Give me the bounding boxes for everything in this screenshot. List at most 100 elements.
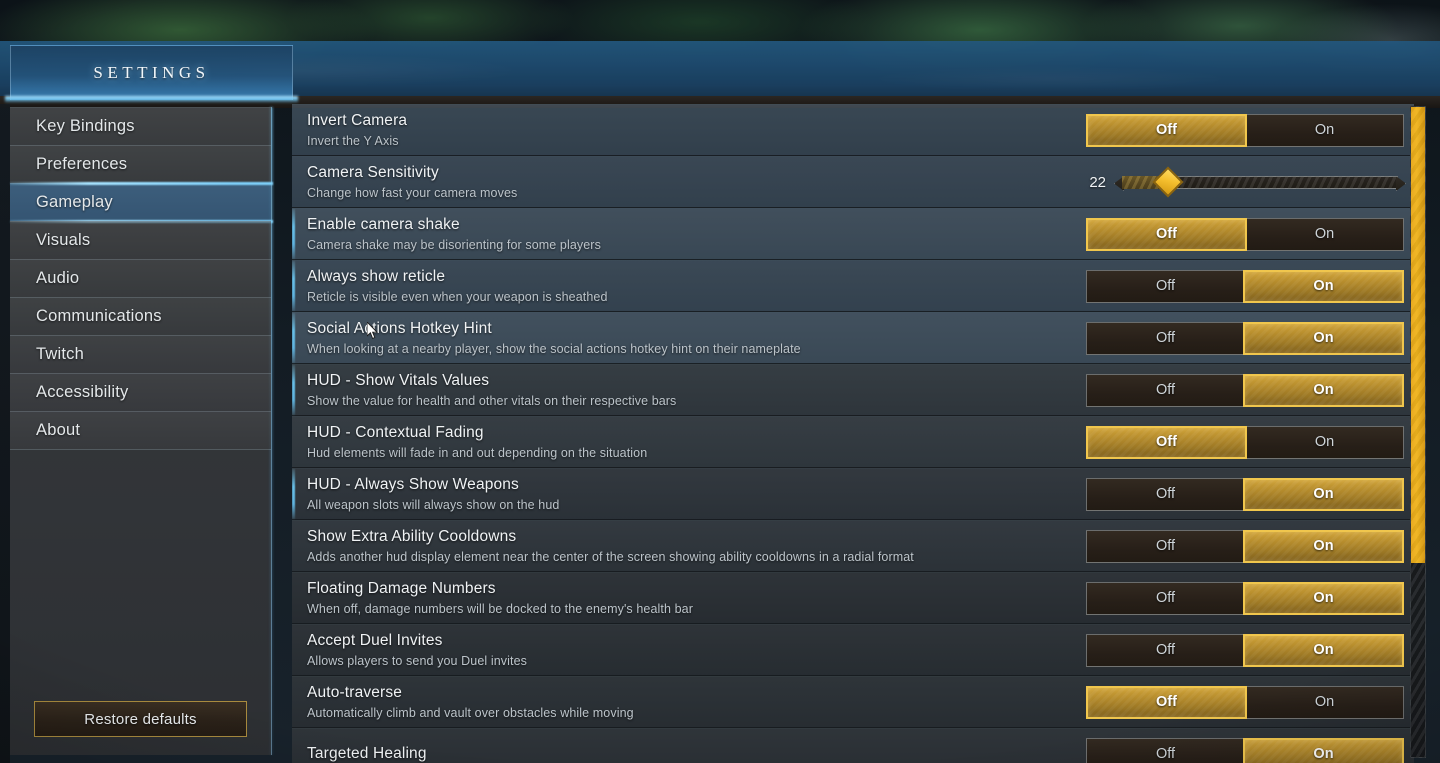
setting-control: Off On [1084, 737, 1414, 763]
setting-labels: Always show reticle Reticle is visible ev… [292, 267, 1084, 305]
toggle-option-on[interactable]: On [1246, 427, 1403, 458]
onoff-toggle: Off On [1086, 321, 1404, 355]
setting-labels: Enable camera shake Camera shake may be d… [292, 215, 1084, 253]
sidebar-item-gameplay[interactable]: Gameplay [10, 183, 271, 221]
setting-labels: HUD - Always Show Weapons All weapon slot… [292, 475, 1084, 513]
setting-description: When off, damage numbers will be docked … [307, 601, 693, 616]
toggle-option-off[interactable]: Off [1087, 375, 1244, 406]
sidebar-item-twitch[interactable]: Twitch [10, 335, 271, 373]
setting-row: HUD - Show Vitals Values Show the value f… [292, 364, 1414, 416]
scrollbar-thumb[interactable] [1411, 107, 1425, 563]
setting-description: Camera shake may be disorienting for som… [307, 237, 601, 252]
toggle-option-on[interactable]: On [1246, 687, 1403, 718]
setting-row: Enable camera shake Camera shake may be d… [292, 208, 1414, 260]
setting-labels: Social Actions Hotkey Hint When looking a… [292, 319, 1084, 357]
settings-screen: SETTINGS Key Bindings Preferences Gameplay… [0, 0, 1440, 763]
setting-title: HUD - Contextual Fading [307, 424, 484, 442]
onoff-toggle: Off On [1086, 425, 1404, 459]
setting-row: HUD - Always Show Weapons All weapon slot… [292, 468, 1414, 520]
onoff-toggle: Off On [1086, 685, 1404, 719]
toggle-option-off[interactable]: Off [1086, 685, 1247, 719]
setting-labels: Invert Camera Invert the Y Axis [292, 111, 1084, 149]
setting-control: Off On [1084, 685, 1414, 719]
setting-control: Off On [1084, 633, 1414, 667]
toggle-option-off[interactable]: Off [1087, 323, 1244, 354]
settings-scrollbar[interactable] [1410, 106, 1426, 758]
setting-description: Automatically climb and vault over obsta… [307, 705, 634, 720]
sidebar-item-accessibility[interactable]: Accessibility [10, 373, 271, 411]
setting-control: Off On [1084, 113, 1414, 147]
sidebar-item-preferences[interactable]: Preferences [10, 145, 271, 183]
page-title: SETTINGS [93, 63, 210, 82]
setting-title: Floating Damage Numbers [307, 580, 496, 598]
toggle-option-on[interactable]: On [1243, 633, 1404, 667]
setting-title: Accept Duel Invites [307, 632, 443, 650]
onoff-toggle: Off On [1086, 737, 1404, 763]
toggle-option-off[interactable]: Off [1087, 583, 1244, 614]
setting-labels: HUD - Contextual Fading Hud elements will… [292, 423, 1084, 461]
setting-control: Off On [1084, 425, 1414, 459]
setting-description: Change how fast your camera moves [307, 185, 518, 200]
setting-description: When looking at a nearby player, show th… [307, 341, 801, 356]
setting-description: All weapon slots will always show on the… [307, 497, 560, 512]
slider-value: 22 [1089, 173, 1106, 191]
sidebar-item-key-bindings[interactable]: Key Bindings [10, 107, 271, 145]
setting-description: Show the value for health and other vita… [307, 393, 677, 408]
toggle-option-on[interactable]: On [1243, 373, 1404, 407]
left-rail [0, 104, 10, 763]
toggle-option-off[interactable]: Off [1086, 425, 1247, 459]
setting-control: Off On [1084, 269, 1414, 303]
sidebar-item-label: Audio [36, 269, 80, 287]
toggle-option-on[interactable]: On [1243, 737, 1404, 763]
toggle-option-on[interactable]: On [1243, 529, 1404, 563]
toggle-option-off[interactable]: Off [1087, 531, 1244, 562]
setting-title: HUD - Always Show Weapons [307, 476, 519, 494]
toggle-option-on[interactable]: On [1243, 581, 1404, 615]
sidebar-item-label: About [36, 421, 81, 439]
setting-description: Hud elements will fade in and out depend… [307, 445, 648, 460]
toggle-option-off[interactable]: Off [1087, 479, 1244, 510]
sidebar-item-label: Communications [36, 307, 162, 325]
onoff-toggle: Off On [1086, 581, 1404, 615]
toggle-option-on[interactable]: On [1243, 321, 1404, 355]
toggle-option-off[interactable]: Off [1087, 635, 1244, 666]
setting-title: Social Actions Hotkey Hint [307, 320, 492, 338]
setting-row: Social Actions Hotkey Hint When looking a… [292, 312, 1414, 364]
sensitivity-slider[interactable] [1116, 166, 1404, 198]
sidebar-item-communications[interactable]: Communications [10, 297, 271, 335]
toggle-option-off[interactable]: Off [1087, 739, 1244, 763]
sidebar-item-visuals[interactable]: Visuals [10, 221, 271, 259]
onoff-toggle: Off On [1086, 217, 1404, 251]
setting-description: Allows players to send you Duel invites [307, 653, 527, 668]
setting-row: HUD - Contextual Fading Hud elements will… [292, 416, 1414, 468]
setting-title: Targeted Healing [307, 745, 427, 763]
sidebar-item-audio[interactable]: Audio [10, 259, 271, 297]
setting-labels: Accept Duel Invites Allows players to sen… [292, 631, 1084, 669]
toggle-option-on[interactable]: On [1243, 477, 1404, 511]
setting-control: Off On [1084, 477, 1414, 511]
setting-row: Always show reticle Reticle is visible ev… [292, 260, 1414, 312]
sidebar-item-about[interactable]: About [10, 411, 271, 449]
onoff-toggle: Off On [1086, 477, 1404, 511]
setting-title: Show Extra Ability Cooldowns [307, 528, 517, 546]
toggle-option-off[interactable]: Off [1086, 217, 1247, 251]
setting-row: Camera Sensitivity Change how fast your c… [292, 156, 1414, 208]
restore-defaults-wrap: Restore defaults [10, 701, 271, 755]
restore-defaults-button[interactable]: Restore defaults [34, 701, 247, 737]
setting-control: Off On [1084, 321, 1414, 355]
setting-row: Accept Duel Invites Allows players to sen… [292, 624, 1414, 676]
toggle-option-on[interactable]: On [1243, 269, 1404, 303]
setting-title: Invert Camera [307, 112, 408, 130]
toggle-option-on[interactable]: On [1246, 115, 1403, 146]
setting-title: Auto-traverse [307, 684, 402, 702]
toggle-option-on[interactable]: On [1246, 219, 1403, 250]
setting-labels: Targeted Healing [292, 744, 1084, 763]
setting-labels: Floating Damage Numbers When off, damage … [292, 579, 1084, 617]
setting-row: Auto-traverse Automatically climb and vau… [292, 676, 1414, 728]
toggle-option-off[interactable]: Off [1086, 113, 1247, 147]
setting-row: Invert Camera Invert the Y Axis Off On [292, 104, 1414, 156]
sidebar: Key Bindings Preferences Gameplay Visuals Au… [10, 107, 272, 755]
setting-control: Off On [1084, 217, 1414, 251]
toggle-option-off[interactable]: Off [1087, 271, 1244, 302]
slider-handle[interactable] [1152, 166, 1184, 198]
